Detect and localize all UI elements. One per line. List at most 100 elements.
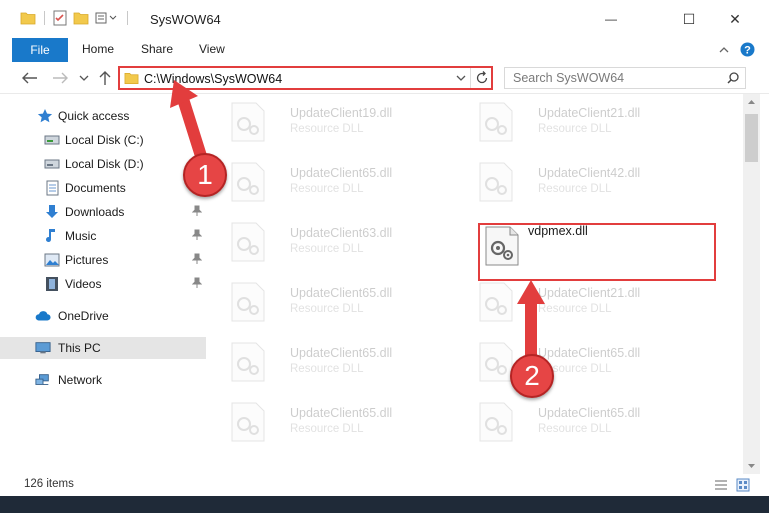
forward-arrow-icon[interactable] [52,72,68,84]
toolbar-divider [44,11,45,25]
dll-file-icon [231,282,265,322]
ribbon-controls: ? [718,42,755,57]
sidebar-item-network[interactable]: Network [0,369,206,391]
file-type: Resource DLL [290,123,364,135]
tab-home[interactable]: Home [82,42,114,56]
dll-file-icon [231,222,265,262]
sidebar-item-music[interactable]: Music [0,225,206,247]
sidebar-item-label: Local Disk (C:) [65,133,144,147]
file-type: Resource DLL [538,123,612,135]
file-item[interactable]: UpdateClient65.dll Resource DLL [224,154,454,208]
file-type: Resource DLL [290,183,364,195]
file-item[interactable]: UpdateClient65.dll Resource DLL [472,394,702,448]
search-box[interactable]: Search SysWOW64 [504,67,746,89]
file-name: UpdateClient42.dll [538,166,641,180]
dll-file-icon [479,102,513,142]
search-icon[interactable] [727,72,739,84]
recent-locations-icon[interactable] [79,74,89,82]
scroll-up-icon[interactable] [747,99,756,105]
file-item[interactable]: UpdateClient65.dll Resource DLL [224,334,454,388]
tab-share[interactable]: Share [141,42,173,56]
dll-file-icon [479,162,513,202]
address-row: C:\Windows\SysWOW64 Search SysWOW64 [0,62,769,94]
pin-icon[interactable] [192,253,202,265]
scroll-down-icon[interactable] [747,463,756,469]
file-item[interactable]: UpdateClient19.dll Resource DLL [224,94,454,148]
taskbar-edge [0,496,769,513]
tab-view[interactable]: View [199,42,225,56]
drive-icon [44,156,60,172]
minimize-button[interactable]: — [588,0,634,38]
up-arrow-icon[interactable] [98,70,112,86]
file-name: UpdateClient65.dll [538,406,641,420]
item-count: 126 items [24,478,74,490]
sidebar-item-label: This PC [58,341,101,355]
dll-file-icon [231,102,265,142]
file-type: Resource DLL [290,243,364,255]
network-icon [35,372,51,388]
pin-icon[interactable] [192,277,202,289]
tab-file[interactable]: File [12,38,68,62]
computer-icon [35,340,51,356]
refresh-icon[interactable] [475,71,489,85]
file-item[interactable]: UpdateClient42.dll Resource DLL [472,154,702,208]
maximize-button[interactable]: ☐ [666,0,712,38]
scrollbar-thumb[interactable] [745,114,758,162]
sidebar-item-label: Local Disk (D:) [65,157,144,171]
file-item[interactable]: UpdateClient65.dll Resource DLL [224,274,454,328]
vertical-scrollbar[interactable] [743,94,760,474]
window-title: SysWOW64 [150,12,221,27]
dll-file-icon [231,402,265,442]
sidebar-item-pictures[interactable]: Pictures [0,249,206,271]
file-name: UpdateClient19.dll [290,106,393,120]
back-arrow-icon[interactable] [22,72,38,84]
picture-icon [44,252,60,268]
file-item[interactable]: UpdateClient63.dll Resource DLL [224,214,454,268]
pin-icon[interactable] [192,205,202,217]
sidebar-item-videos[interactable]: Videos [0,273,206,295]
dll-file-icon [231,162,265,202]
new-folder-icon[interactable] [73,11,89,25]
status-bar: 126 items [0,474,769,496]
document-icon [44,180,60,196]
file-type: Resource DLL [290,423,364,435]
minimize-icon: — [605,12,617,26]
step-badge-2: 2 [510,354,554,398]
address-dropdown-icon[interactable] [456,75,466,82]
dll-file-icon [231,342,265,382]
svg-text:?: ? [744,45,751,57]
file-name: UpdateClient65.dll [290,166,393,180]
file-type: Resource DLL [290,303,364,315]
sidebar-item-documents[interactable]: Documents [0,177,206,199]
file-name: UpdateClient21.dll [538,106,641,120]
help-icon[interactable]: ? [740,42,755,57]
download-arrow-icon [44,204,60,220]
file-name: UpdateClient65.dll [290,346,393,360]
sidebar-item-downloads[interactable]: Downloads [0,201,206,223]
dll-file-icon [479,402,513,442]
expand-ribbon-icon[interactable] [718,45,730,55]
sidebar-item-onedrive[interactable]: OneDrive [0,305,206,327]
file-list: UpdateClient19.dll Resource DLL UpdateCl… [214,94,744,474]
close-icon: ✕ [729,10,741,27]
search-input[interactable]: Search SysWOW64 [513,71,624,85]
customize-toolbar-icon[interactable] [95,11,119,25]
sidebar-item-label: Videos [65,277,102,291]
file-item[interactable]: UpdateClient21.dll Resource DLL [472,94,702,148]
large-icons-view-icon[interactable] [736,478,750,492]
folder-icon [124,72,139,84]
file-name: UpdateClient65.dll [290,286,393,300]
properties-icon[interactable] [53,10,67,26]
file-item[interactable]: UpdateClient65.dll Resource DLL [224,394,454,448]
toolbar-divider [127,11,128,25]
file-type: Resource DLL [538,423,612,435]
address-divider [470,68,471,88]
sidebar-item-label: Pictures [65,253,109,267]
file-type: Resource DLL [290,363,364,375]
sidebar-item-label: Network [58,373,103,387]
sidebar-item-this-pc[interactable]: This PC [0,337,206,359]
pin-icon[interactable] [192,229,202,241]
sidebar-item-label: Music [65,229,97,243]
close-button[interactable]: ✕ [712,0,758,38]
details-view-icon[interactable] [714,479,728,491]
